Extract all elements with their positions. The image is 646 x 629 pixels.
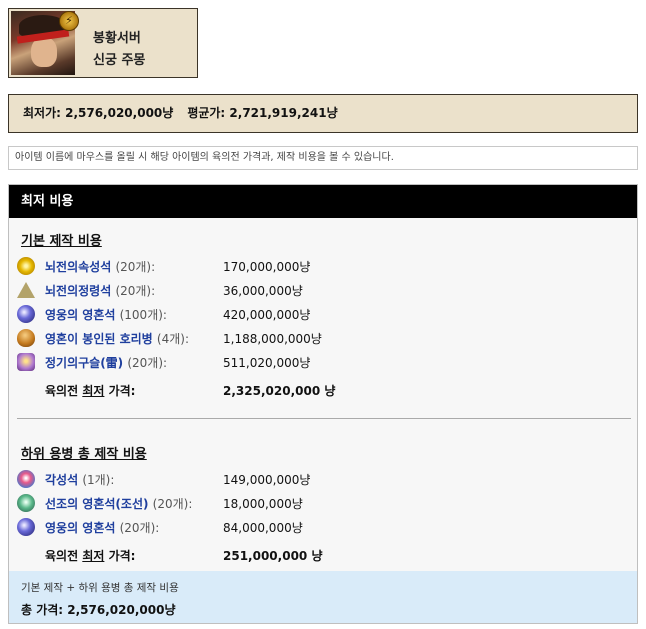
sealed-gourd-icon <box>17 329 35 347</box>
grand-total-value: 총 가격: 2,576,020,000냥 <box>21 603 176 617</box>
grand-total-caption: 기본 제작 + 하위 용병 총 제작 비용 <box>21 582 179 594</box>
mercenary-header-card: ⚡ 봉황서버 신궁 주몽 <box>8 8 198 78</box>
material-name[interactable]: 정기의구슬(雷) (20개): <box>45 354 167 371</box>
material-row: 영웅의 영혼석 (100개): 420,000,000냥 <box>17 303 617 325</box>
material-name[interactable]: 각성석 (1개): <box>45 471 114 488</box>
material-price: 36,000,000냥 <box>223 284 303 298</box>
material-name[interactable]: 영웅의 영혼석 (100개): <box>45 306 167 323</box>
material-price: 511,020,000냥 <box>223 356 311 370</box>
material-row: 정기의구슬(雷) (20개): 511,020,000냥 <box>17 351 617 373</box>
basic-cost-title: 기본 제작 비용 <box>21 234 102 249</box>
material-price: 1,188,000,000냥 <box>223 332 322 346</box>
ancestor-soul-stone-icon <box>17 494 35 512</box>
material-name[interactable]: 영혼이 봉인된 호리병 (4개): <box>45 330 189 347</box>
sub-cost-title: 하위 용병 총 제작 비용 <box>21 447 147 462</box>
material-price: 18,000,000냥 <box>223 497 303 511</box>
material-price: 420,000,000냥 <box>223 308 311 322</box>
material-price: 84,000,000냥 <box>223 521 303 535</box>
material-row: 영혼이 봉인된 호리병 (4개): 1,188,000,000냥 <box>17 327 617 349</box>
soul-stone-icon <box>17 518 35 536</box>
spirit-stone-icon <box>17 282 35 298</box>
material-name[interactable]: 뇌전의정령석 (20개): <box>45 282 155 299</box>
server-name: 봉황서버 <box>93 31 141 46</box>
material-name[interactable]: 뇌전의속성석 (20개): <box>45 258 155 275</box>
min-cost-panel: 최저 비용 기본 제작 비용 뇌전의속성석 (20개): 170,000,000… <box>8 184 638 624</box>
energy-bead-icon <box>17 353 35 371</box>
thunder-stone-icon <box>17 257 35 275</box>
material-row: 뇌전의정령석 (20개): 36,000,000냥 <box>17 279 617 301</box>
material-row: 선조의 영혼석(조선) (20개): 18,000,000냥 <box>17 492 617 514</box>
mercenary-name: 신궁 주몽 <box>93 53 146 68</box>
material-name[interactable]: 영웅의 영혼석 (20개): <box>45 519 159 536</box>
lightning-class-icon: ⚡ <box>59 11 79 31</box>
sub-total-value: 251,000,000 냥 <box>223 549 323 563</box>
material-name[interactable]: 선조의 영혼석(조선) (20개): <box>45 495 192 512</box>
panel-title: 최저 비용 <box>9 185 637 218</box>
avg-price: 평균가: 2,721,919,241냥 <box>187 106 338 120</box>
material-price: 149,000,000냥 <box>223 473 311 487</box>
grand-total-box: 기본 제작 + 하위 용병 총 제작 비용 총 가격: 2,576,020,00… <box>9 571 637 623</box>
total-label: 육의전 최저 가격: <box>45 549 136 563</box>
material-price: 170,000,000냥 <box>223 260 311 274</box>
hover-hint: 아이템 이름에 마우스를 올릴 시 해당 아이템의 육의전 가격과, 제작 비용… <box>8 146 638 170</box>
total-label: 육의전 최저 가격: <box>45 384 136 398</box>
material-row: 뇌전의속성석 (20개): 170,000,000냥 <box>17 255 617 277</box>
basic-total-value: 2,325,020,000 냥 <box>223 384 336 398</box>
basic-total-row: 육의전 최저 가격: 2,325,020,000 냥 <box>45 382 605 402</box>
min-price: 최저가: 2,576,020,000냥 <box>23 106 174 120</box>
section-divider <box>17 418 631 419</box>
material-row: 각성석 (1개): 149,000,000냥 <box>17 468 617 490</box>
soul-stone-icon <box>17 305 35 323</box>
material-row: 영웅의 영혼석 (20개): 84,000,000냥 <box>17 516 617 538</box>
awakening-stone-icon <box>17 470 35 488</box>
price-summary: 최저가: 2,576,020,000냥 평균가: 2,721,919,241냥 <box>8 94 638 133</box>
sub-total-row: 육의전 최저 가격: 251,000,000 냥 <box>45 547 605 567</box>
